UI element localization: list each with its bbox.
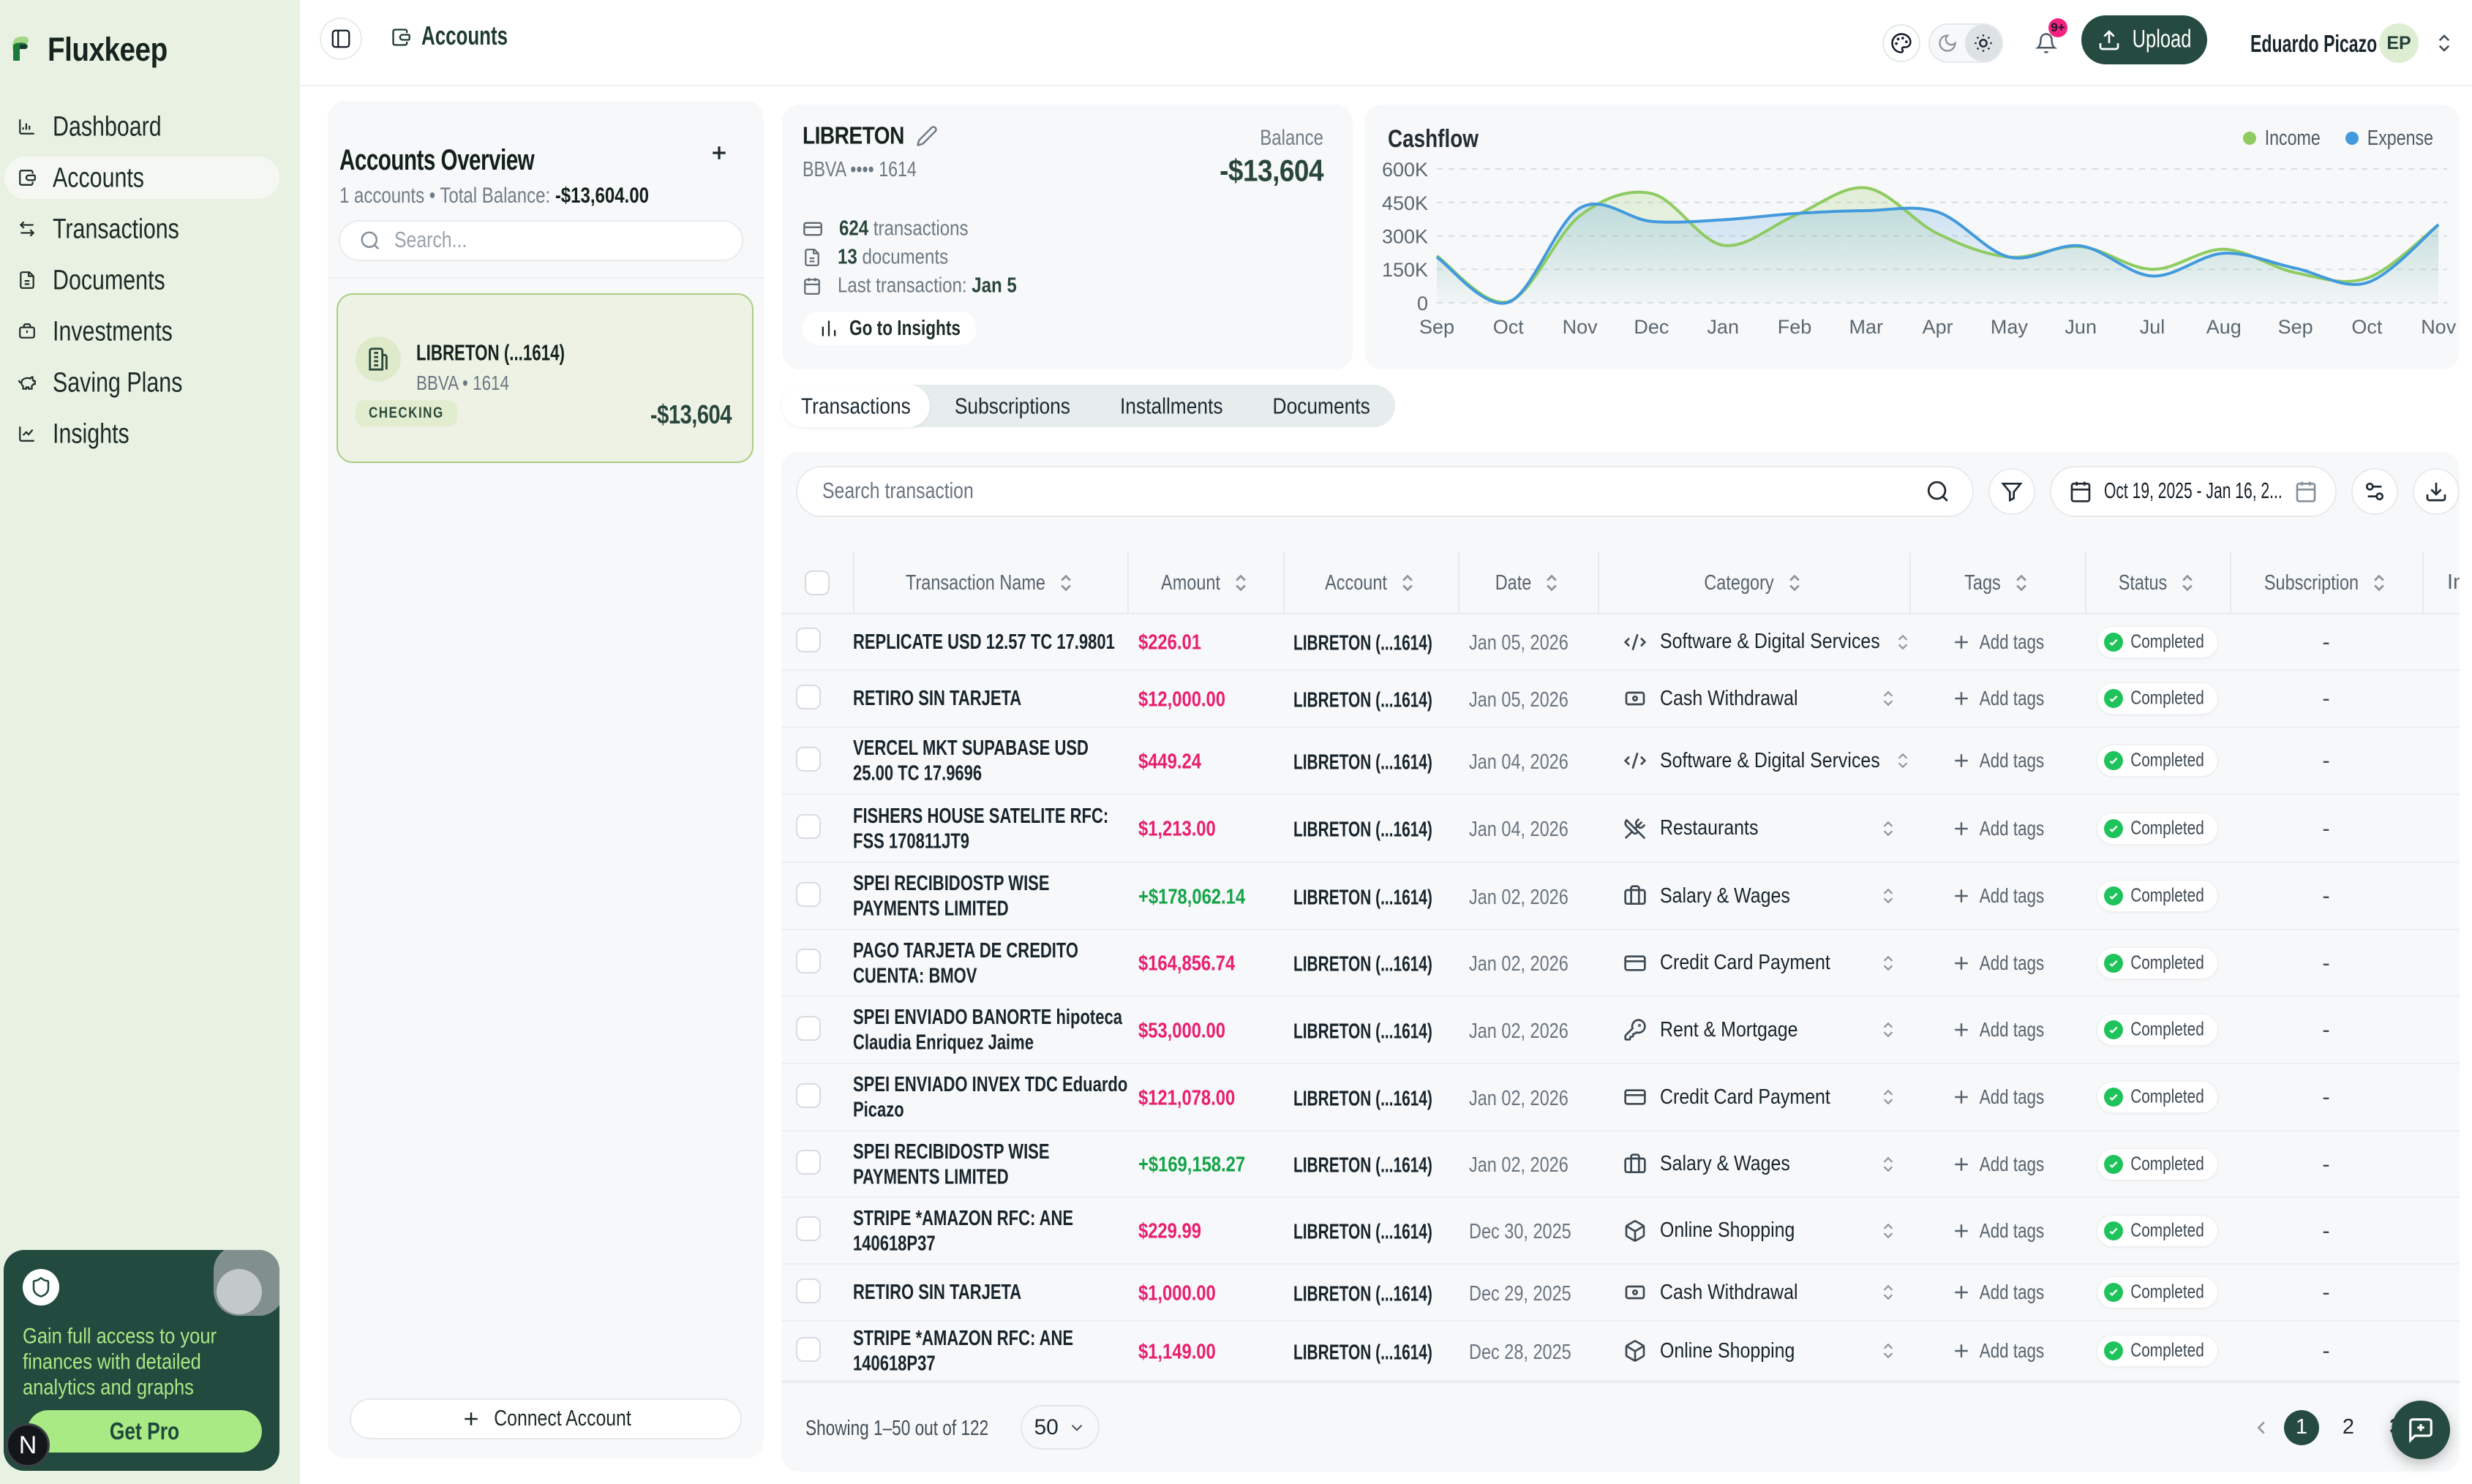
svg-text:Dec: Dec [1634, 316, 1669, 338]
svg-text:Jul: Jul [2140, 316, 2165, 338]
svg-text:150K: 150K [1382, 259, 1428, 281]
svg-text:Jun: Jun [2065, 316, 2097, 338]
svg-text:Nov: Nov [2421, 316, 2457, 338]
svg-text:Apr: Apr [1923, 316, 1953, 338]
svg-text:Aug: Aug [2206, 316, 2242, 338]
svg-text:Sep: Sep [1419, 316, 1454, 338]
svg-text:Feb: Feb [1778, 316, 1812, 338]
svg-text:300K: 300K [1382, 226, 1428, 248]
svg-text:Mar: Mar [1849, 316, 1884, 338]
svg-text:May: May [1991, 316, 2029, 338]
svg-text:Jan: Jan [1707, 316, 1739, 338]
svg-text:0: 0 [1417, 293, 1428, 314]
svg-text:600K: 600K [1382, 159, 1428, 181]
svg-text:Nov: Nov [1563, 316, 1598, 338]
svg-text:Oct: Oct [2351, 316, 2383, 338]
svg-text:450K: 450K [1382, 192, 1428, 214]
svg-text:Sep: Sep [2278, 316, 2313, 338]
svg-text:Oct: Oct [1493, 316, 1525, 338]
